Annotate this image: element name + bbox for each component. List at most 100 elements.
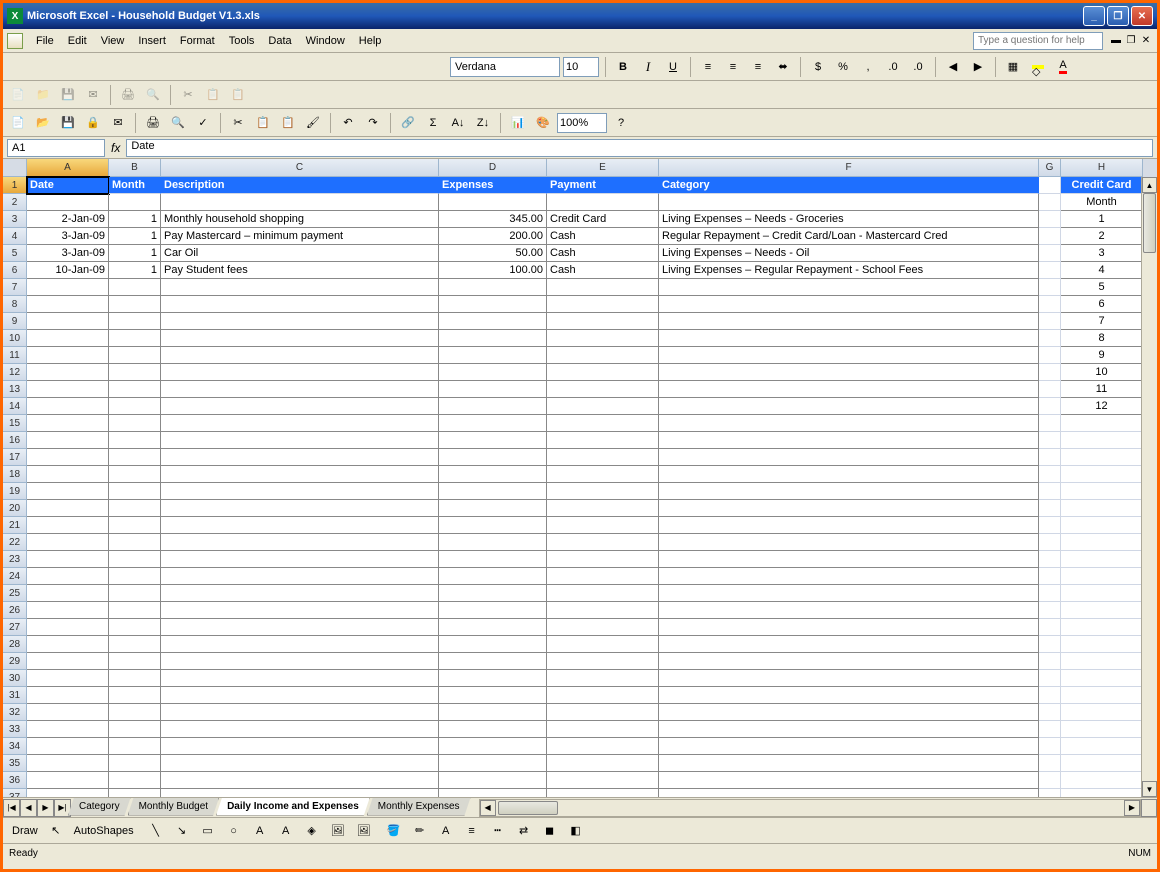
- percent-button[interactable]: %: [832, 56, 854, 78]
- cell-D15[interactable]: [439, 415, 547, 432]
- cell-A6[interactable]: 10-Jan-09: [27, 262, 109, 279]
- cell-H23[interactable]: [1061, 551, 1143, 568]
- cell-A28[interactable]: [27, 636, 109, 653]
- autosum-button[interactable]: Σ: [422, 112, 444, 134]
- cell-G4[interactable]: [1039, 228, 1061, 245]
- cell-G22[interactable]: [1039, 534, 1061, 551]
- cell-D4[interactable]: 200.00: [439, 228, 547, 245]
- cell-C24[interactable]: [161, 568, 439, 585]
- cell-E33[interactable]: [547, 721, 659, 738]
- cell-C10[interactable]: [161, 330, 439, 347]
- cell-E3[interactable]: Credit Card: [547, 211, 659, 228]
- cell-E23[interactable]: [547, 551, 659, 568]
- cell-B6[interactable]: 1: [109, 262, 161, 279]
- row-header-17[interactable]: 17: [3, 449, 27, 466]
- cell-F23[interactable]: [659, 551, 1039, 568]
- cell-B20[interactable]: [109, 500, 161, 517]
- cell-G19[interactable]: [1039, 483, 1061, 500]
- cell-D13[interactable]: [439, 381, 547, 398]
- cell-F25[interactable]: [659, 585, 1039, 602]
- cell-B24[interactable]: [109, 568, 161, 585]
- scroll-up-arrow[interactable]: ▲: [1142, 177, 1157, 193]
- print-preview-button[interactable]: 🔍: [167, 112, 189, 134]
- align-left-button[interactable]: ≡: [697, 56, 719, 78]
- cell-H16[interactable]: [1061, 432, 1143, 449]
- cell-G10[interactable]: [1039, 330, 1061, 347]
- cell-H28[interactable]: [1061, 636, 1143, 653]
- cell-C22[interactable]: [161, 534, 439, 551]
- cell-A4[interactable]: 3-Jan-09: [27, 228, 109, 245]
- cell-F9[interactable]: [659, 313, 1039, 330]
- cell-H25[interactable]: [1061, 585, 1143, 602]
- menu-format[interactable]: Format: [173, 33, 222, 49]
- cell-A1[interactable]: Date: [27, 177, 109, 194]
- cell-G24[interactable]: [1039, 568, 1061, 585]
- cell-D27[interactable]: [439, 619, 547, 636]
- cell-F29[interactable]: [659, 653, 1039, 670]
- draw-menu[interactable]: Draw: [9, 820, 41, 842]
- cell-B37[interactable]: [109, 789, 161, 797]
- menu-file[interactable]: File: [29, 33, 61, 49]
- cell-G11[interactable]: [1039, 347, 1061, 364]
- row-header-22[interactable]: 22: [3, 534, 27, 551]
- cell-A2[interactable]: [27, 194, 109, 211]
- cell-D20[interactable]: [439, 500, 547, 517]
- hyperlink-button[interactable]: 🔗: [397, 112, 419, 134]
- cell-H29[interactable]: [1061, 653, 1143, 670]
- cell-A10[interactable]: [27, 330, 109, 347]
- cell-C14[interactable]: [161, 398, 439, 415]
- diagram-button[interactable]: ◈: [301, 820, 323, 842]
- row-header-35[interactable]: 35: [3, 755, 27, 772]
- cell-E4[interactable]: Cash: [547, 228, 659, 245]
- cell-D22[interactable]: [439, 534, 547, 551]
- cell-G21[interactable]: [1039, 517, 1061, 534]
- cell-D3[interactable]: 345.00: [439, 211, 547, 228]
- cell-C11[interactable]: [161, 347, 439, 364]
- cell-D24[interactable]: [439, 568, 547, 585]
- cell-B33[interactable]: [109, 721, 161, 738]
- undo-button[interactable]: ↶: [337, 112, 359, 134]
- row-header-10[interactable]: 10: [3, 330, 27, 347]
- borders-button[interactable]: ▦: [1002, 56, 1024, 78]
- format-painter-button[interactable]: 🖌: [302, 112, 324, 134]
- cell-F32[interactable]: [659, 704, 1039, 721]
- cell-E31[interactable]: [547, 687, 659, 704]
- cell-H15[interactable]: [1061, 415, 1143, 432]
- cell-D14[interactable]: [439, 398, 547, 415]
- sheet-tab-monthly-budget[interactable]: Monthly Budget: [128, 798, 220, 816]
- col-header-e[interactable]: E: [547, 159, 659, 177]
- row-header-21[interactable]: 21: [3, 517, 27, 534]
- save-button[interactable]: 💾: [57, 112, 79, 134]
- cell-F18[interactable]: [659, 466, 1039, 483]
- cell-B22[interactable]: [109, 534, 161, 551]
- arrow-style-button[interactable]: ⇄: [513, 820, 535, 842]
- rectangle-button[interactable]: ▭: [197, 820, 219, 842]
- col-header-a[interactable]: A: [27, 159, 109, 177]
- font-selector[interactable]: [450, 57, 560, 77]
- cell-A3[interactable]: 2-Jan-09: [27, 211, 109, 228]
- spelling-button[interactable]: ✓: [192, 112, 214, 134]
- clipart-button[interactable]: 🖼: [327, 820, 349, 842]
- cell-B3[interactable]: 1: [109, 211, 161, 228]
- underline-button[interactable]: U: [662, 56, 684, 78]
- cell-F3[interactable]: Living Expenses – Needs - Groceries: [659, 211, 1039, 228]
- cell-D16[interactable]: [439, 432, 547, 449]
- cell-C37[interactable]: [161, 789, 439, 797]
- tab-nav-first[interactable]: |◀: [3, 799, 20, 817]
- 3d-button[interactable]: ◧: [565, 820, 587, 842]
- cell-B7[interactable]: [109, 279, 161, 296]
- dash-style-button[interactable]: ┅: [487, 820, 509, 842]
- cell-E1[interactable]: Payment: [547, 177, 659, 194]
- cell-A14[interactable]: [27, 398, 109, 415]
- cell-C13[interactable]: [161, 381, 439, 398]
- cell-H7[interactable]: 5: [1061, 279, 1143, 296]
- row-header-26[interactable]: 26: [3, 602, 27, 619]
- decrease-decimal-button[interactable]: .0: [907, 56, 929, 78]
- close-button[interactable]: ✕: [1131, 6, 1153, 26]
- cell-G12[interactable]: [1039, 364, 1061, 381]
- cell-H37[interactable]: [1061, 789, 1143, 797]
- textbox-button[interactable]: A: [249, 820, 271, 842]
- row-header-7[interactable]: 7: [3, 279, 27, 296]
- cell-H30[interactable]: [1061, 670, 1143, 687]
- cell-E17[interactable]: [547, 449, 659, 466]
